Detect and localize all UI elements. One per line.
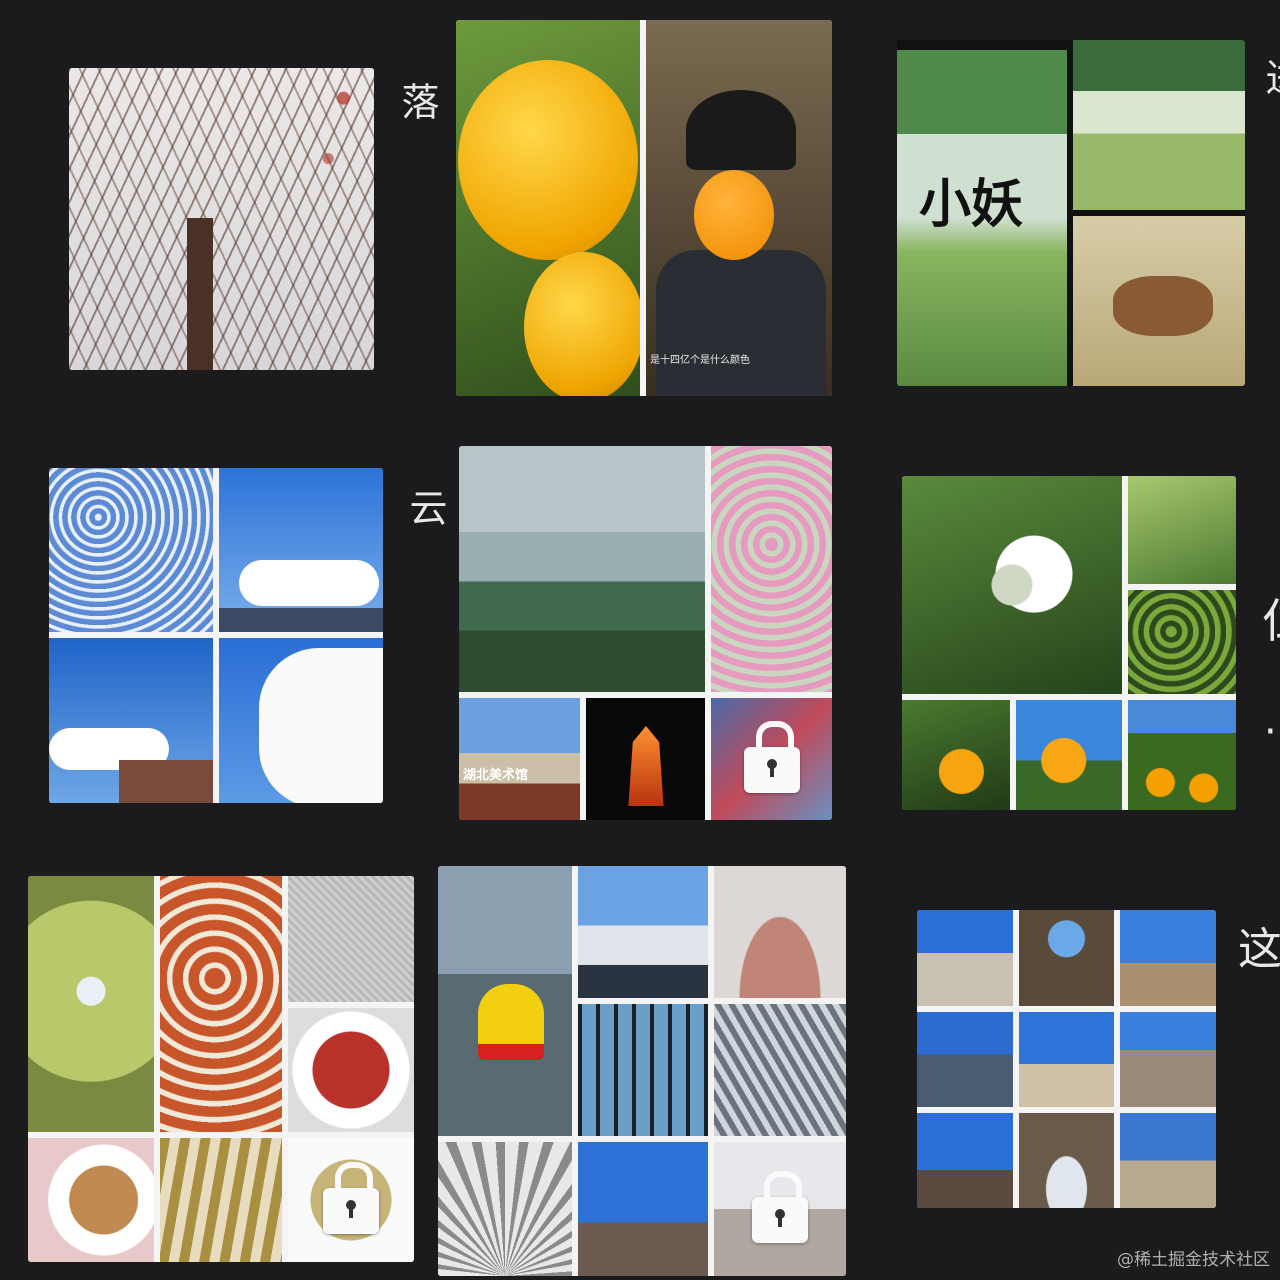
label-side-mid-right-2: 仁 [1262,598,1280,644]
photo-wall-gate-tower[interactable] [1019,1012,1114,1107]
photo-green-leaves[interactable] [1128,476,1236,584]
tower [628,726,664,806]
orange-caption: 是十四亿个是什么颜色 [650,355,750,366]
album-card-cartoon[interactable]: 小妖 [897,40,1245,386]
label-side-top-right: 进 [1259,58,1280,96]
photo-misty-mountains[interactable] [459,446,705,692]
orange-face [694,170,774,260]
album-card-orange-flowers[interactable] [902,476,1236,810]
hubei-sign-text: 湖北美术馆 [463,768,529,783]
lock-icon [752,1171,808,1243]
cartoon-title-text: 小妖 [919,174,1024,235]
photo-lattice-roof[interactable] [714,1004,846,1136]
label-side-1: 落 [395,82,439,120]
photo-orange-tree[interactable] [1128,700,1236,810]
orange-fruit-1 [458,60,638,260]
photo-sky-3[interactable] [49,638,213,803]
photo-oranges-tree[interactable] [456,20,640,396]
photo-curved-ceiling[interactable] [438,1142,572,1276]
photo-night-tower[interactable] [586,698,705,820]
lock-icon [743,721,800,793]
photo-green-fruit[interactable] [1128,590,1236,694]
cloud [239,560,379,606]
lock-icon [323,1162,379,1234]
photo-oranges-branch[interactable] [902,700,1010,810]
label-side-3: 这 [1238,924,1280,975]
album-card-great-wall[interactable] [917,910,1216,1208]
photo-locked-building[interactable] [711,698,832,820]
label-side-mid-right-1: 『 [1258,492,1280,542]
album-card-food[interactable] [28,876,414,1262]
photo-wall-6[interactable] [1120,1012,1216,1107]
photo-granite-table[interactable] [288,876,414,1002]
photo-snowy-field[interactable] [578,866,708,998]
photo-pancake[interactable] [28,876,154,1132]
photo-pink-blossom[interactable] [711,446,832,692]
photo-white-flower[interactable] [902,476,1122,694]
tree-trunk [187,218,213,370]
photo-diced-dish[interactable] [288,1008,414,1132]
label-side-2: 云 [403,488,447,526]
photo-glass-hall[interactable] [578,1004,708,1136]
album-card-sky[interactable] [49,468,383,803]
photo-sky-1[interactable] [49,468,213,632]
photo-locked-dish[interactable] [288,1138,414,1262]
photo-hubei-museum[interactable]: 湖北美术馆 [459,698,580,820]
photo-wall-3[interactable] [1120,910,1216,1006]
cartoon-character [1113,276,1213,336]
album-card-snow-tree[interactable] [69,68,374,370]
album-card-landscape[interactable]: 湖北美术馆 [459,446,832,820]
photo-skewers[interactable] [160,1138,282,1262]
photo-wall-window[interactable] [1019,910,1114,1006]
photo-wall-1[interactable] [917,910,1013,1006]
building [219,608,383,632]
photo-cartoon-title[interactable]: 小妖 [897,50,1067,386]
building [119,760,213,803]
cloud [259,648,383,803]
photo-orange-in-hand[interactable] [1016,700,1122,810]
photo-wall-7[interactable] [917,1113,1013,1208]
photo-cartoon-scene-1[interactable] [1073,40,1245,210]
suit [656,250,826,396]
photo-wall-9[interactable] [1120,1113,1216,1208]
photo-locked-gate[interactable] [714,1142,846,1276]
photo-cartoon-scene-2[interactable] [1073,216,1245,386]
watermark: @稀土掘金技术社区 [1117,1250,1270,1270]
album-card-oranges[interactable]: 是十四亿个是什么颜色 [456,20,832,396]
toy-car [478,984,544,1060]
orange-fruit-2 [524,252,640,396]
album-card-architecture[interactable] [438,866,846,1276]
photo-arch-column[interactable] [714,866,846,998]
bowler-hat [686,90,796,170]
photo-sky-2[interactable] [219,468,383,632]
photo-sky-4[interactable] [219,638,383,803]
photo-noodle-plate[interactable] [28,1138,154,1262]
photo-toy-cars[interactable] [438,866,572,1136]
photo-street-tree[interactable] [578,1142,708,1276]
photo-sweet-sour-pork[interactable] [160,876,282,1132]
photo-snow-tree[interactable] [69,68,374,370]
label-side-mid-right-3: · [1264,709,1277,755]
photo-wall-archway[interactable] [1019,1113,1114,1208]
photo-wall-4[interactable] [917,1012,1013,1107]
photo-man-with-orange[interactable]: 是十四亿个是什么颜色 [646,20,832,396]
